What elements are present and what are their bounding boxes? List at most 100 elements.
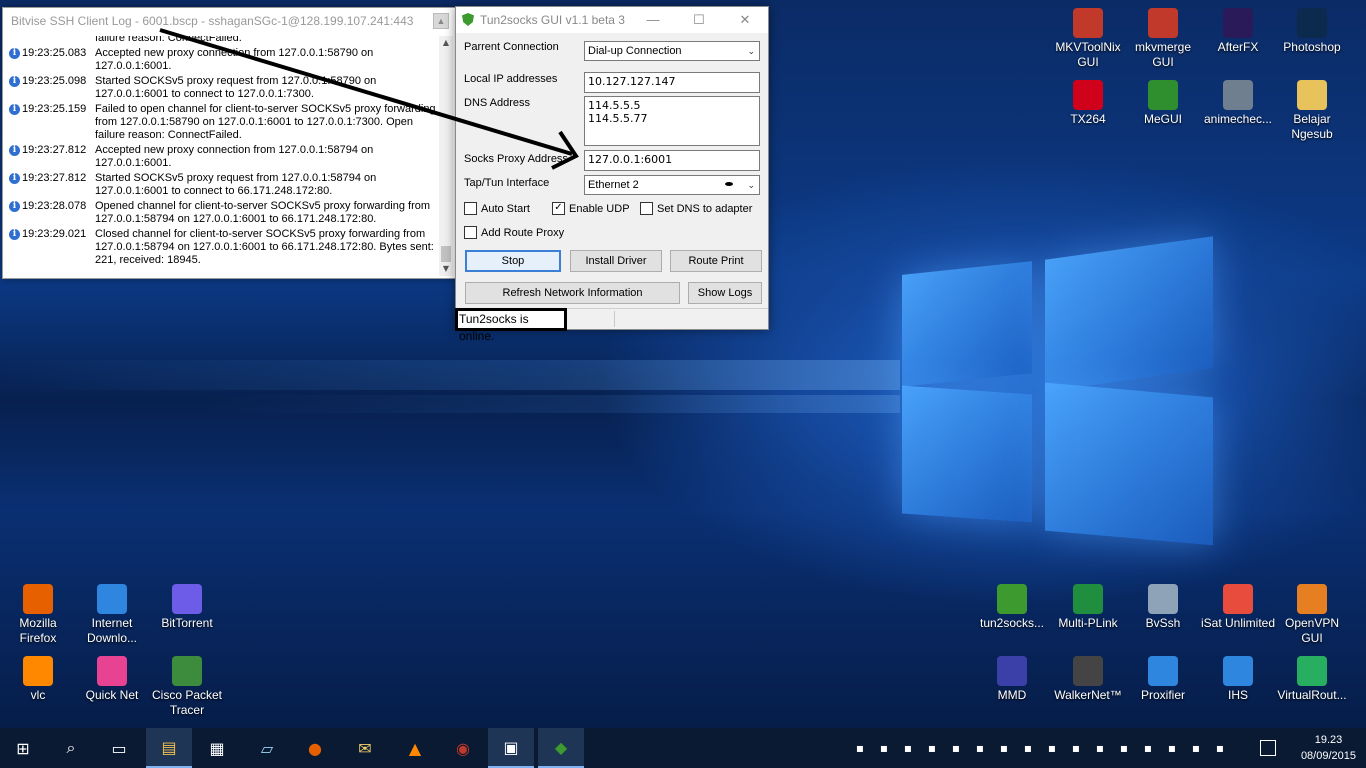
desktop-icon[interactable]: iSat Unlimited bbox=[1200, 584, 1276, 631]
wifi-icon[interactable]: ▪ bbox=[1164, 740, 1180, 756]
vlc-icon[interactable]: ▪ bbox=[972, 740, 988, 756]
desktop-icon[interactable]: TX264 bbox=[1050, 80, 1126, 127]
refresh-network-button[interactable]: Refresh Network Information bbox=[465, 282, 680, 304]
desktop-icon[interactable]: VirtualRout... bbox=[1274, 656, 1350, 703]
desktop-icon[interactable]: BitTorrent bbox=[149, 584, 225, 631]
checkbox-box bbox=[640, 201, 653, 215]
desktop-icon-label: Multi-PLink bbox=[1058, 616, 1118, 630]
desktop-icon-label: IHS bbox=[1227, 688, 1248, 702]
log-row[interactable]: i 19:23:25.159 Failed to open channel for … bbox=[5, 103, 437, 142]
adobe-icon[interactable]: ▪ bbox=[924, 740, 940, 756]
dns-line: 114.5.5.5 bbox=[588, 99, 641, 112]
folder-icon bbox=[1297, 80, 1327, 110]
log-row[interactable]: i 19:23:27.812 Started SOCKSv5 proxy reque… bbox=[5, 172, 437, 198]
slash-wifi-icon[interactable]: ▪ bbox=[1188, 740, 1204, 756]
firefox-icon[interactable]: ● bbox=[292, 728, 338, 768]
enable-udp-checkbox[interactable]: ✓ Enable UDP bbox=[552, 201, 630, 216]
log-close-icon[interactable]: ▲ bbox=[433, 13, 449, 29]
stop-button[interactable]: Stop bbox=[465, 250, 561, 272]
scroll-down-icon[interactable]: ▼ bbox=[439, 262, 453, 276]
desktop-icon[interactable]: Belajar Ngesub bbox=[1274, 80, 1350, 142]
tun2socks-window[interactable]: Tun2socks GUI v1.1 beta 3 — ☐ ✕ Parrent … bbox=[455, 6, 769, 330]
set-dns-checkbox[interactable]: Set DNS to adapter bbox=[640, 201, 752, 216]
desktop-icon[interactable]: BvSsh bbox=[1125, 584, 1201, 631]
tx264-icon bbox=[1073, 80, 1103, 110]
log-timestamp: 19:23:29.021 bbox=[22, 228, 87, 240]
file-explorer-icon[interactable]: ▤ bbox=[146, 728, 192, 768]
desktop-icon[interactable]: mkvmerge GUI bbox=[1125, 8, 1201, 70]
tun-window-titlebar[interactable]: Tun2socks GUI v1.1 beta 3 — ☐ ✕ bbox=[456, 7, 768, 33]
desktop-icon[interactable]: Proxifier bbox=[1125, 656, 1201, 703]
windows-start-icon[interactable]: ⊞ bbox=[0, 728, 46, 768]
monitor-icon[interactable]: ▪ bbox=[1140, 740, 1156, 756]
ssh-client-log-window[interactable]: Bitvise SSH Client Log - 6001.bscp - ssh… bbox=[2, 7, 456, 279]
log-row[interactable]: i 19:23:25.098 Started SOCKSv5 proxy reque… bbox=[5, 75, 437, 101]
volume-icon[interactable]: ▪ bbox=[1212, 740, 1228, 756]
route-print-button[interactable]: Route Print bbox=[670, 250, 762, 272]
desktop-icon[interactable]: vlc bbox=[0, 656, 76, 703]
log-row[interactable]: i 19:23:27.812 Accepted new proxy connecti… bbox=[5, 144, 437, 170]
show-logs-button[interactable]: Show Logs bbox=[688, 282, 762, 304]
vlc-icon[interactable]: ▲ bbox=[392, 728, 438, 768]
flag-icon[interactable]: ▪ bbox=[996, 740, 1012, 756]
auto-start-checkbox[interactable]: Auto Start bbox=[464, 201, 530, 216]
desktop-icon[interactable]: Multi-PLink bbox=[1050, 584, 1126, 631]
dns-textarea[interactable]: 114.5.5.5 114.5.5.77 bbox=[584, 96, 760, 146]
close-button[interactable]: ✕ bbox=[722, 7, 768, 33]
chat-icon[interactable]: ▪ bbox=[1116, 740, 1132, 756]
network-icon[interactable]: ▪ bbox=[852, 740, 868, 756]
scroll-thumb[interactable] bbox=[441, 246, 451, 262]
bug-icon[interactable]: ▪ bbox=[900, 740, 916, 756]
log-row[interactable]: i 19:23:25.083 Accepted new proxy connecti… bbox=[5, 47, 437, 73]
key-icon[interactable]: ▪ bbox=[948, 740, 964, 756]
search-icon[interactable]: ⌕ bbox=[48, 728, 94, 768]
desktop-icon[interactable]: MeGUI bbox=[1125, 80, 1201, 127]
desktop-icon[interactable]: Mozilla Firefox bbox=[0, 584, 76, 646]
tun2socks-icon[interactable]: ◆ bbox=[538, 728, 584, 768]
add-route-proxy-label: Add Route Proxy bbox=[481, 227, 565, 239]
minimize-button[interactable]: — bbox=[630, 7, 676, 33]
tap-interface-select[interactable]: Ethernet 2 ⌄ bbox=[584, 175, 760, 195]
notification-icon[interactable] bbox=[1260, 740, 1276, 756]
desktop-icon[interactable]: Internet Downlo... bbox=[74, 584, 150, 646]
local-ip-field[interactable]: 10.127.127.147 bbox=[584, 72, 760, 93]
desktop-icon[interactable]: WalkerNet™ bbox=[1050, 656, 1126, 703]
log-list[interactable]: failure reason: ConnectFailed. i 19:23:25… bbox=[5, 36, 437, 276]
desktop-icon-label: Mozilla Firefox bbox=[19, 616, 57, 645]
install-driver-button[interactable]: Install Driver bbox=[570, 250, 662, 272]
mail-icon[interactable]: ✉ bbox=[342, 728, 388, 768]
signal-icon[interactable]: ▪ bbox=[1068, 740, 1084, 756]
xbox-icon[interactable]: ▪ bbox=[1020, 740, 1036, 756]
desktop-icon[interactable]: animechec... bbox=[1200, 80, 1276, 127]
clock[interactable]: 19.23 08/09/2015 bbox=[1301, 732, 1356, 764]
tun2socks-icon bbox=[997, 584, 1027, 614]
megui-icon bbox=[1148, 80, 1178, 110]
desktop-icon[interactable]: IHS bbox=[1200, 656, 1276, 703]
log-scrollbar[interactable]: ▲ ▼ bbox=[439, 36, 453, 276]
cmd-icon[interactable]: ▣ bbox=[488, 728, 534, 768]
desktop-icon[interactable]: MKVToolNix GUI bbox=[1050, 8, 1126, 70]
desktop-icon[interactable]: Quick Net bbox=[74, 656, 150, 703]
parent-connection-select[interactable]: Dial-up Connection ⌄ bbox=[584, 41, 760, 61]
desktop-icon[interactable]: OpenVPN GUI bbox=[1274, 584, 1350, 646]
desktop-icon[interactable]: tun2socks... bbox=[974, 584, 1050, 631]
add-route-proxy-checkbox[interactable]: Add Route Proxy bbox=[464, 225, 565, 240]
flame-icon[interactable]: ▪ bbox=[876, 740, 892, 756]
desktop-icon[interactable]: Cisco Packet Tracer bbox=[149, 656, 225, 718]
scroll-up-icon[interactable]: ▲ bbox=[439, 36, 453, 50]
download-icon[interactable]: ▪ bbox=[1092, 740, 1108, 756]
desktop-icon-label: OpenVPN GUI bbox=[1284, 616, 1340, 645]
log-row[interactable]: i 19:23:29.021 Closed channel for client-t… bbox=[5, 228, 437, 267]
socks-proxy-field[interactable]: 127.0.0.1:6001 bbox=[584, 150, 760, 171]
notepad-icon[interactable]: ▱ bbox=[244, 728, 290, 768]
log-window-titlebar[interactable]: Bitvise SSH Client Log - 6001.bscp - ssh… bbox=[3, 8, 455, 34]
desktop-icon[interactable]: MMD bbox=[974, 656, 1050, 703]
square-icon[interactable]: ▪ bbox=[1044, 740, 1060, 756]
bitvise-icon[interactable]: ◉ bbox=[440, 728, 486, 768]
log-row[interactable]: i 19:23:28.078 Opened channel for client-t… bbox=[5, 200, 437, 226]
desktop-icon[interactable]: AfterFX bbox=[1200, 8, 1276, 55]
desktop-icon[interactable]: Photoshop bbox=[1274, 8, 1350, 55]
task-view-icon[interactable]: ▭ bbox=[96, 728, 142, 768]
maximize-button[interactable]: ☐ bbox=[676, 7, 722, 33]
store-icon[interactable]: ▦ bbox=[194, 728, 240, 768]
